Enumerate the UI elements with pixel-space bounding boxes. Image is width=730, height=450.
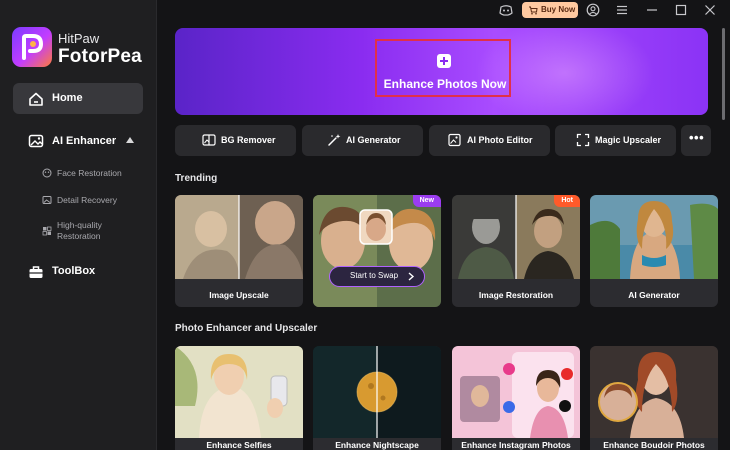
enhancer-card-nightscape[interactable]: Enhance Nightscape	[313, 346, 441, 450]
ai-generator-button[interactable]: AI Generator	[302, 125, 423, 156]
section-title-photo-enhancer: Photo Enhancer and Upscaler	[175, 323, 318, 334]
plus-icon	[437, 54, 451, 68]
sidebar-item-home[interactable]: Home	[13, 83, 143, 114]
enhancer-card-instagram[interactable]: Enhance Instagram Photos	[452, 346, 580, 450]
enhancer-card-boudoir[interactable]: Enhance Boudoir Photos	[590, 346, 718, 450]
trending-card-face-swap[interactable]: New Start to Swap	[313, 195, 441, 307]
image-enhance-icon	[28, 134, 44, 148]
trending-card-image-upscale[interactable]: Image Upscale	[175, 195, 303, 307]
sidebar-item-label: ToolBox	[52, 265, 96, 277]
tool-label: Magic Upscaler	[595, 135, 662, 145]
bg-remover-icon	[202, 134, 216, 146]
card-label: Enhance Nightscape	[335, 440, 419, 450]
card-thumbnail	[590, 346, 718, 438]
card-thumbnail	[313, 195, 441, 307]
minimize-icon[interactable]	[645, 3, 659, 17]
card-label: Enhance Selfies	[206, 440, 272, 450]
sidebar-item-label: AI Enhancer	[52, 135, 117, 147]
card-label: Image Upscale	[209, 290, 269, 300]
hot-badge: Hot	[554, 195, 580, 207]
user-icon[interactable]	[586, 3, 600, 17]
scrollbar[interactable]	[722, 28, 725, 120]
section-title-trending: Trending	[175, 173, 218, 184]
card-thumbnail	[175, 346, 303, 438]
enhancer-card-selfies[interactable]: Enhance Selfies	[175, 346, 303, 450]
sidebar: HitPaw FotorPea Home AI Enhancer Face Re…	[0, 0, 157, 450]
tool-label: AI Generator	[346, 135, 401, 145]
home-icon	[29, 92, 43, 106]
buy-now-button[interactable]: Buy Now	[522, 2, 578, 18]
card-label: Image Restoration	[478, 290, 554, 300]
grid-restore-icon	[42, 226, 52, 236]
enhance-photos-now-label: Enhance Photos Now	[383, 77, 507, 91]
sidebar-subitem-label: High-quality	[57, 220, 102, 230]
card-label: Enhance Boudoir Photos	[603, 440, 705, 450]
enhance-photos-now-button[interactable]: Enhance Photos Now	[375, 39, 511, 97]
discord-icon[interactable]	[499, 3, 513, 17]
card-thumbnail	[590, 195, 718, 279]
face-icon	[42, 168, 52, 178]
trending-card-ai-generator[interactable]: AI Generator	[590, 195, 718, 307]
sidebar-item-ai-enhancer[interactable]: AI Enhancer	[13, 128, 143, 154]
start-to-swap-button[interactable]: Start to Swap	[329, 266, 425, 287]
enhance-photos-banner[interactable]: Enhance Photos Now	[175, 28, 708, 115]
cart-icon	[529, 6, 538, 15]
sidebar-item-toolbox[interactable]: ToolBox	[13, 260, 143, 284]
new-badge: New	[412, 195, 441, 207]
card-label: AI Generator	[628, 290, 680, 300]
sidebar-subitem-label: Face Restoration	[57, 168, 122, 178]
more-tools-button[interactable]: •••	[681, 125, 711, 156]
card-thumbnail	[452, 195, 580, 279]
chevron-right-icon	[408, 272, 415, 281]
magic-upscaler-button[interactable]: Magic Upscaler	[555, 125, 676, 156]
card-thumbnail	[175, 195, 303, 279]
ai-photo-editor-button[interactable]: AI Photo Editor	[429, 125, 550, 156]
brand-name-small: HitPaw	[58, 31, 100, 46]
buy-now-label: Buy Now	[541, 5, 576, 14]
tool-label: AI Photo Editor	[467, 135, 533, 145]
chevron-up-icon[interactable]	[126, 137, 134, 143]
sidebar-subitem-label: Detail Recovery	[57, 195, 117, 205]
card-thumbnail	[313, 346, 441, 438]
sidebar-subitem-label: Restoration	[57, 231, 101, 241]
card-label: Enhance Instagram Photos	[461, 440, 571, 450]
start-to-swap-label: Start to Swap	[350, 271, 399, 280]
menu-icon[interactable]	[615, 3, 629, 17]
close-icon[interactable]	[703, 3, 717, 17]
tool-label: BG Remover	[221, 135, 276, 145]
sidebar-item-label: Home	[52, 92, 83, 104]
bg-remover-button[interactable]: BG Remover	[175, 125, 296, 156]
wand-icon	[328, 134, 341, 146]
toolbox-icon	[29, 266, 43, 278]
more-dots-icon: •••	[689, 130, 705, 145]
maximize-icon[interactable]	[674, 3, 688, 17]
image-detail-icon	[42, 196, 52, 204]
card-thumbnail	[452, 346, 580, 438]
brand-name: FotorPea	[58, 46, 142, 67]
logo-letter-icon	[22, 34, 43, 60]
upscale-icon	[576, 133, 590, 147]
photo-edit-icon	[448, 133, 461, 147]
app-logo	[12, 27, 52, 67]
trending-card-image-restoration[interactable]: Hot Image Restoration	[452, 195, 580, 307]
